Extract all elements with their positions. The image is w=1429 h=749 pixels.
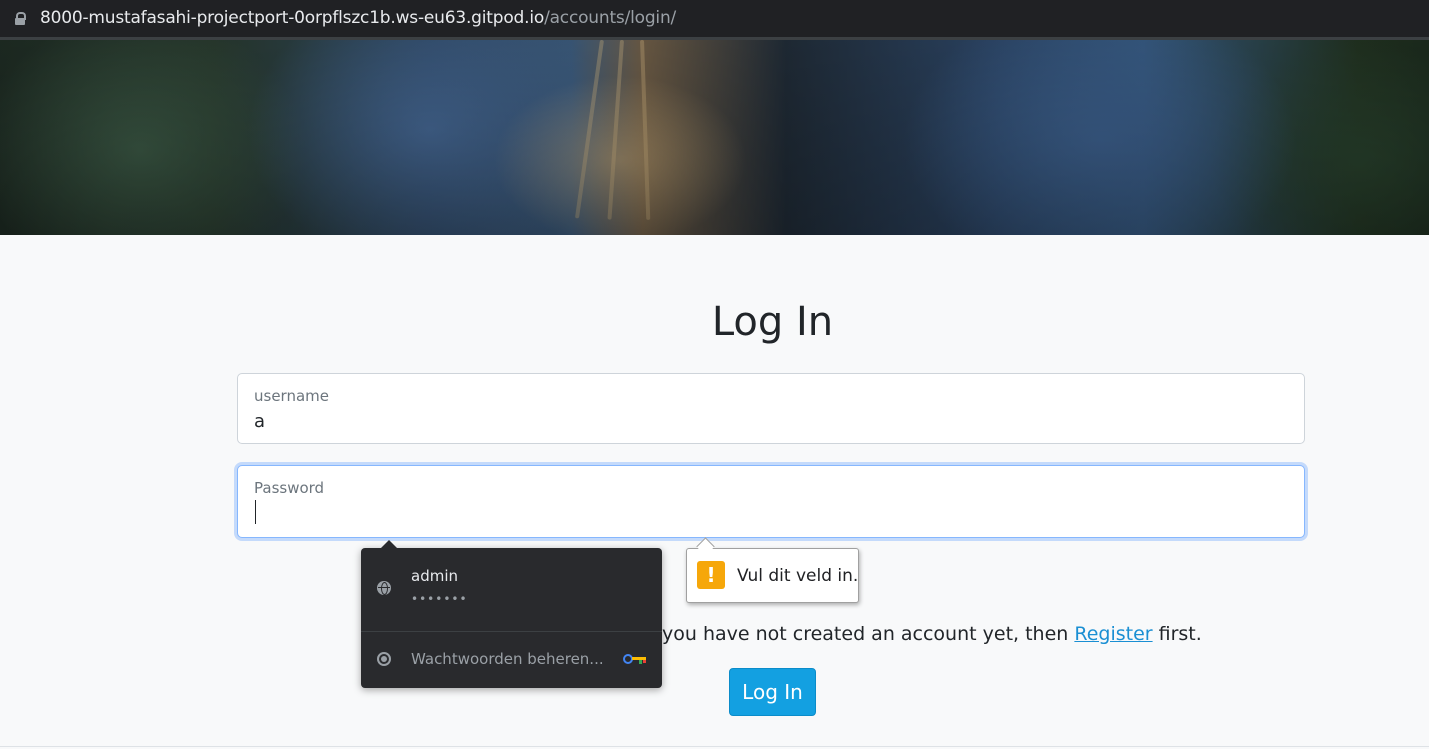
tooltip-arrow bbox=[696, 537, 715, 556]
chrome-icon bbox=[377, 652, 391, 666]
warning-icon: ! bbox=[697, 561, 725, 589]
footer-divider bbox=[0, 746, 1429, 747]
url-host: 8000-mustafasahi-projectport-0orpflszc1b… bbox=[40, 8, 545, 28]
lock-icon[interactable] bbox=[15, 12, 26, 25]
saved-username: admin bbox=[411, 567, 458, 585]
login-button[interactable]: Log In bbox=[729, 668, 816, 716]
url-text[interactable]: 8000-mustafasahi-projectport-0orpflszc1b… bbox=[40, 7, 676, 29]
saved-password-popup: admin ••••••• Wachtwoorden beheren... bbox=[361, 540, 662, 688]
validation-message: Vul dit veld in. bbox=[737, 566, 859, 586]
register-suffix: first. bbox=[1152, 623, 1202, 645]
register-prefix: you have not created an account yet, the… bbox=[662, 623, 1075, 645]
hero-banner-image bbox=[0, 40, 1429, 235]
manage-passwords-item[interactable]: Wachtwoorden beheren... bbox=[361, 632, 662, 688]
register-link[interactable]: Register bbox=[1074, 623, 1152, 645]
username-label: username bbox=[254, 387, 329, 405]
globe-icon bbox=[377, 581, 391, 595]
banner-shade bbox=[0, 40, 1429, 235]
browser-address-bar[interactable]: 8000-mustafasahi-projectport-0orpflszc1b… bbox=[0, 0, 1429, 37]
key-icon bbox=[623, 653, 649, 665]
saved-password-mask: ••••••• bbox=[411, 592, 468, 606]
saved-credential-item[interactable]: admin ••••••• bbox=[361, 548, 662, 631]
username-value[interactable]: a bbox=[254, 411, 265, 432]
password-label: Password bbox=[254, 479, 325, 497]
password-field[interactable]: Password bbox=[237, 465, 1305, 538]
manage-passwords-label: Wachtwoorden beheren... bbox=[411, 650, 604, 668]
text-caret bbox=[255, 500, 256, 524]
username-field[interactable]: username a bbox=[237, 373, 1305, 444]
url-path: /accounts/login/ bbox=[544, 8, 677, 28]
validation-tooltip: ! Vul dit veld in. bbox=[686, 537, 859, 603]
page-title: Log In bbox=[711, 299, 834, 345]
register-prompt: you have not created an account yet, the… bbox=[662, 622, 1202, 646]
